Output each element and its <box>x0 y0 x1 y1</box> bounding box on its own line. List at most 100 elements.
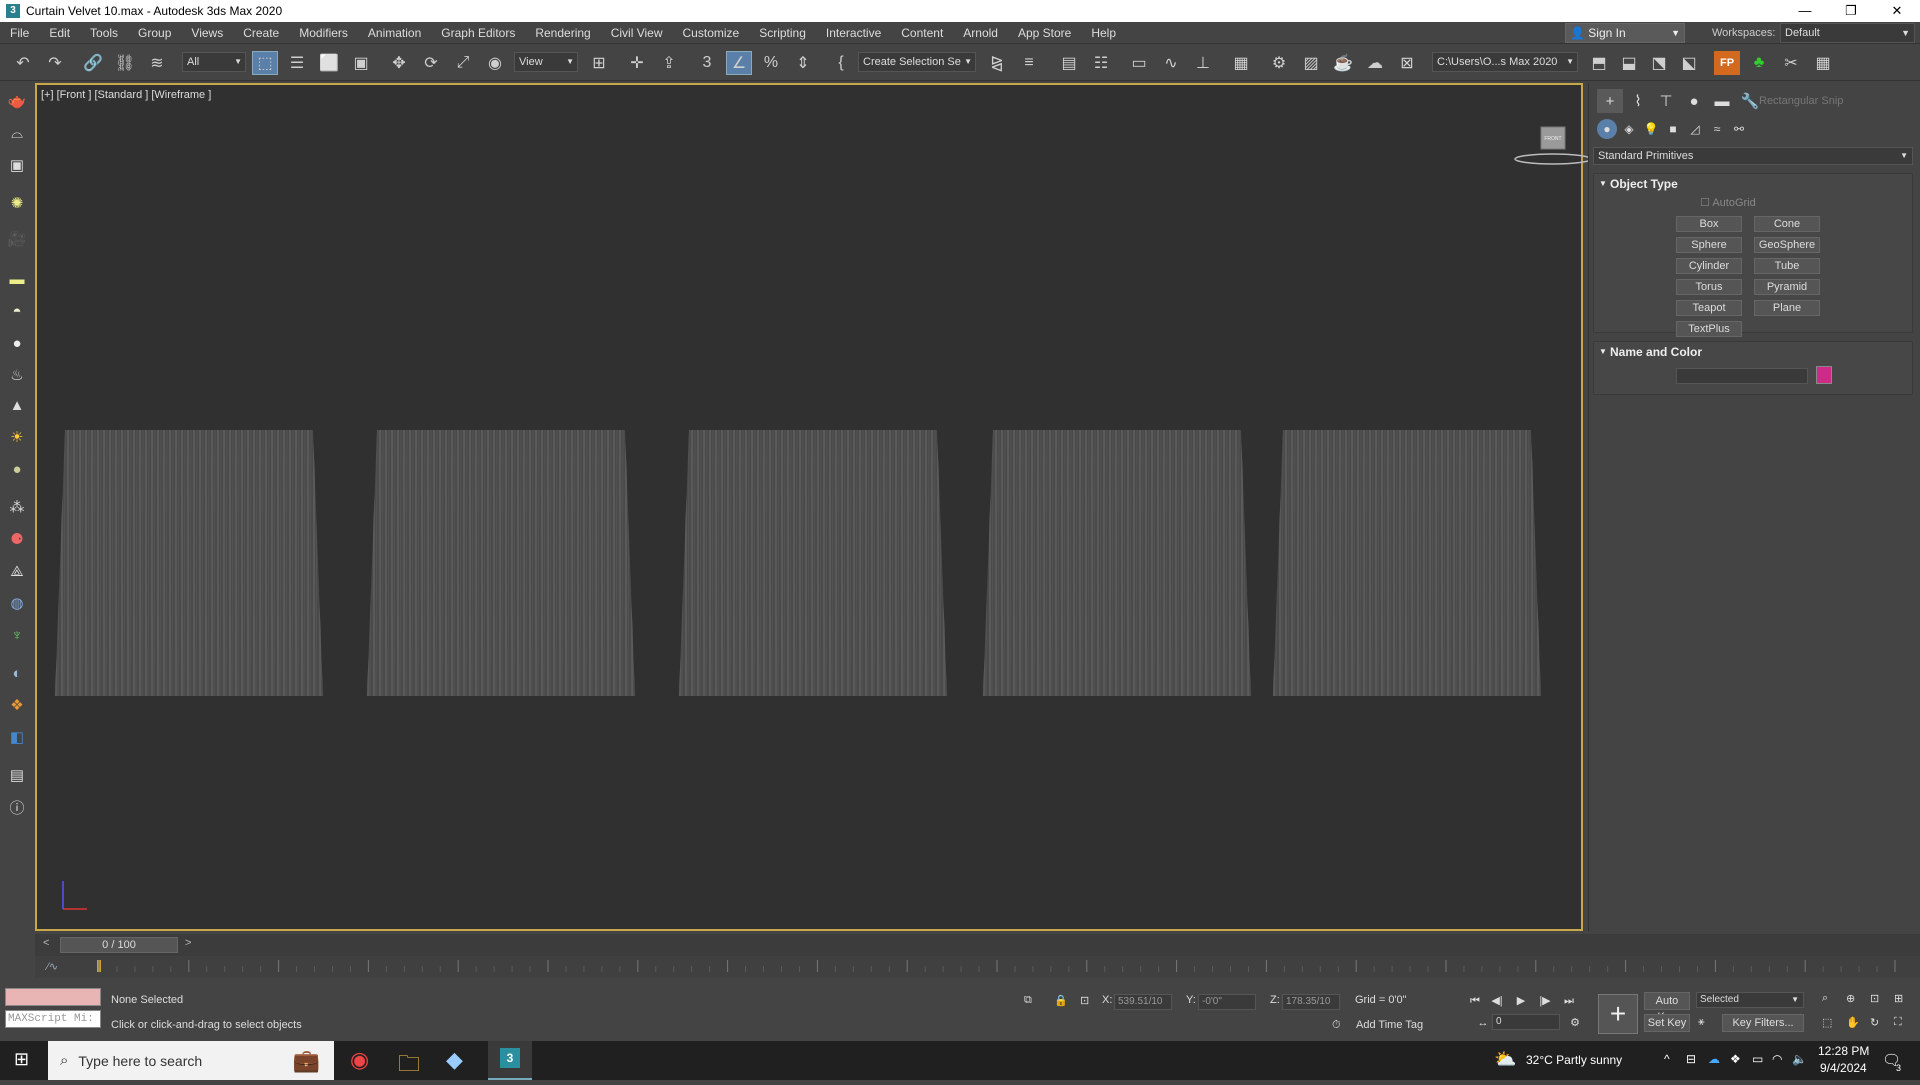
zoom-extents-icon[interactable]: ⊡ <box>1870 992 1879 1005</box>
motion-tab-icon[interactable]: ● <box>1681 89 1707 113</box>
render-production-icon[interactable]: ☕ <box>1330 51 1356 75</box>
auto-key-button[interactable]: Auto Key <box>1644 992 1690 1023</box>
tools-icon[interactable]: ✂ <box>1778 51 1804 75</box>
menu-create[interactable]: Create <box>233 22 289 44</box>
viewport-label[interactable]: [+] [Front ] [Standard ] [Wireframe ] <box>41 89 211 101</box>
cone-icon[interactable]: ▲ <box>6 394 28 416</box>
sun-icon[interactable]: ☀ <box>6 426 28 448</box>
show-hidden-icons-icon[interactable]: ^ <box>1664 1052 1670 1066</box>
menu-file[interactable]: File <box>0 22 39 44</box>
name-and-color-header[interactable]: ▼ Name and Color <box>1594 342 1912 362</box>
sphere-button[interactable]: Sphere <box>1676 237 1742 253</box>
play-icon[interactable]: ▶ <box>1512 992 1530 1010</box>
select-by-name-icon[interactable]: ☰ <box>284 51 310 75</box>
cylinder-button[interactable]: Cylinder <box>1676 258 1742 274</box>
plane-icon[interactable]: ▬ <box>6 268 28 290</box>
weather-text[interactable]: 32°C Partly sunny <box>1526 1053 1622 1067</box>
menu-help[interactable]: Help <box>1081 22 1126 44</box>
key-filters-button[interactable]: Key Filters... <box>1722 1014 1804 1032</box>
reference-coordinate-dropdown[interactable]: View ▼ <box>514 52 578 72</box>
space-warps-category-icon[interactable]: ≈ <box>1707 119 1727 139</box>
container-icon[interactable]: ⬒ <box>1586 51 1612 75</box>
project-folder-dropdown[interactable]: C:\Users\O...s Max 2020 ▼ <box>1432 52 1578 72</box>
hierarchy-tab-icon[interactable]: ⊤ <box>1653 89 1679 113</box>
volume-icon[interactable]: 🔈 <box>1792 1052 1807 1066</box>
viewcube[interactable]: FRONT <box>1513 121 1593 171</box>
curtain-object-2[interactable] <box>367 430 635 696</box>
scale-icon[interactable]: ⤢ <box>450 51 476 75</box>
maximize-viewport-icon[interactable]: ⛶ <box>1894 1016 1902 1029</box>
asset-icon[interactable]: ▤ <box>6 764 28 786</box>
close-button[interactable]: ✕ <box>1874 0 1920 22</box>
zoom-icon[interactable]: ⌕ <box>1822 992 1828 1005</box>
autogrid-checkbox[interactable]: ☐ AutoGrid <box>1700 196 1756 209</box>
particle-icon[interactable]: ⚈ <box>6 528 28 550</box>
angle-snap-icon[interactable]: ∠ <box>726 51 752 75</box>
meet-now-icon[interactable]: ⊟ <box>1686 1052 1696 1066</box>
menu-graph-editors[interactable]: Graph Editors <box>431 22 525 44</box>
front-viewport[interactable]: [+] [Front ] [Standard ] [Wireframe ] FR… <box>35 83 1592 931</box>
torus-button[interactable]: Torus <box>1676 279 1742 295</box>
key-mode-select[interactable]: Selected ▼ <box>1696 992 1804 1008</box>
rotate-icon[interactable]: ⟳ <box>418 51 444 75</box>
globe-icon[interactable]: ◍ <box>6 592 28 614</box>
redo-icon[interactable]: ↷ <box>42 51 68 75</box>
window-crossing-icon[interactable]: ▣ <box>348 51 374 75</box>
spinner-snap-icon[interactable]: ⇕ <box>790 51 816 75</box>
schematic-view-icon[interactable]: ⊥ <box>1190 51 1216 75</box>
menu-tools[interactable]: Tools <box>80 22 128 44</box>
field-of-view-icon[interactable]: ⬚ <box>1822 1016 1832 1029</box>
pan-icon[interactable]: ✋ <box>1846 1016 1860 1029</box>
restore-button[interactable]: ❐ <box>1828 0 1874 22</box>
render-icon[interactable]: ◧ <box>6 726 28 748</box>
next-frame-icon[interactable]: |▶ <box>1536 992 1554 1010</box>
container-open-icon[interactable]: ⬓ <box>1616 51 1642 75</box>
selection-lock-icon[interactable]: 🔒 <box>1054 994 1068 1007</box>
geosphere-button[interactable]: GeoSphere <box>1754 237 1820 253</box>
frame-ticks[interactable] <box>97 956 1897 978</box>
pivot-center-icon[interactable]: ⊞ <box>586 51 612 75</box>
key-tangent-icon[interactable]: ⚹ <box>1698 1016 1705 1029</box>
primitive-category-dropdown[interactable]: Standard Primitives ▼ <box>1593 147 1913 165</box>
menu-modifiers[interactable]: Modifiers <box>289 22 358 44</box>
layer-explorer-icon[interactable]: ☷ <box>1088 51 1114 75</box>
modify-tab-icon[interactable]: ⌇ <box>1625 89 1651 113</box>
spreadsheet-icon[interactable]: ▦ <box>1810 51 1836 75</box>
set-key-button[interactable]: Set Key <box>1644 1014 1690 1032</box>
render-setup-icon[interactable]: ⚙ <box>1266 51 1292 75</box>
teapot-icon[interactable]: 🫖 <box>6 90 28 112</box>
toggle-ribbon-icon[interactable]: ▭ <box>1126 51 1152 75</box>
maxscript-input[interactable]: MAXScript Mi: <box>5 1010 101 1028</box>
container-update-icon[interactable]: ⬕ <box>1676 51 1702 75</box>
menu-arnold[interactable]: Arnold <box>953 22 1008 44</box>
menu-interactive[interactable]: Interactive <box>816 22 891 44</box>
edit-named-selection-icon[interactable]: { <box>828 51 854 75</box>
geometry-category-icon[interactable]: ● <box>1597 119 1617 139</box>
rectangular-selection-icon[interactable]: ⬜ <box>316 51 342 75</box>
box-button[interactable]: Box <box>1676 216 1742 232</box>
select-manipulate-icon[interactable]: ✛ <box>624 51 650 75</box>
cone-button[interactable]: Cone <box>1754 216 1820 232</box>
tube-button[interactable]: Tube <box>1754 258 1820 274</box>
textplus-button[interactable]: TextPlus <box>1676 321 1742 337</box>
taskbar-search-box[interactable]: ⌕ Type here to search 💼 <box>48 1041 334 1080</box>
environment-icon[interactable]: ◐ <box>6 662 28 684</box>
light-icon[interactable]: ✺ <box>6 192 28 214</box>
menu-content[interactable]: Content <box>891 22 953 44</box>
time-tag-icon[interactable]: ⏱ <box>1332 1019 1341 1032</box>
go-to-start-icon[interactable]: ⏮ <box>1466 992 1484 1010</box>
forest-pack-icon[interactable]: FP <box>1714 51 1740 75</box>
help-icon[interactable]: ⓘ <box>6 796 28 818</box>
lights-category-icon[interactable]: 💡 <box>1641 119 1661 139</box>
plane-button[interactable]: Plane <box>1754 300 1820 316</box>
bowl-icon[interactable]: ♨ <box>6 364 28 386</box>
snaps-toggle-icon[interactable]: 3 <box>694 51 720 75</box>
move-icon[interactable]: ✥ <box>386 51 412 75</box>
object-type-header[interactable]: ▼ Object Type <box>1594 174 1912 194</box>
scatter-icon[interactable]: ⁂ <box>6 496 28 518</box>
camera-icon[interactable]: 🎥 <box>6 228 28 250</box>
sign-in-dropdown[interactable]: 👤 Sign In ▼ <box>1565 23 1685 43</box>
battery-icon[interactable]: ▭ <box>1752 1052 1763 1066</box>
shapes-category-icon[interactable]: ◈ <box>1619 119 1639 139</box>
bind-space-warp-icon[interactable]: ≋ <box>144 51 170 75</box>
